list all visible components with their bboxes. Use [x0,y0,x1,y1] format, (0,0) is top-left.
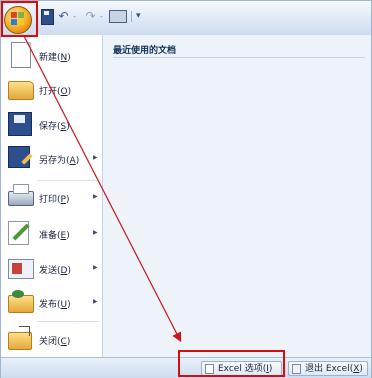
save-as-icon [8,146,30,168]
exit-excel-button[interactable]: 退出 Excel(X) [288,361,368,376]
menu-item-new[interactable]: 新建(N) [1,38,102,74]
menu-item-label: 准备(E) [39,231,70,241]
excel-options-highlight [178,350,285,377]
menu-item-print[interactable]: 打印(P) ▶ [1,180,102,216]
open-folder-icon [8,81,34,100]
submenu-arrow-icon: ▶ [93,154,98,161]
redo-dropdown-icon[interactable]: - [100,12,103,21]
menu-item-save[interactable]: 保存(S) [1,107,102,143]
recent-documents-title: 最近使用的文档 [113,46,177,56]
menu-item-label: 关闭(C) [39,337,71,347]
undo-dropdown-icon[interactable]: - [73,12,76,21]
publish-icon [8,290,34,313]
menu-item-open[interactable]: 打开(O) [1,72,102,108]
quick-access-toolbar: ↶ - ↷ - ▾ [1,1,371,36]
office-menu-list: 新建(N) 打开(O) 保存(S) 另存为(A) ▶ 打印(P) ▶ 准备(E)… [1,35,103,357]
screenshot-icon[interactable] [109,10,127,23]
office-menu-window: ↶ - ↷ - ▾ 新建(N) 打开(O) 保存(S) 另存为(A) ▶ 打印(… [0,0,372,378]
menu-item-label: 打印(P) [39,195,70,205]
menu-item-label: 打开(O) [39,87,72,97]
menu-item-label: 保存(S) [39,122,70,132]
send-icon [8,259,34,279]
menu-item-save-as[interactable]: 另存为(A) ▶ [1,141,102,177]
save-disk-icon [8,112,32,136]
menu-item-label: 另存为(A) [39,156,80,166]
menu-item-label: 新建(N) [39,53,71,63]
prepare-icon [8,221,29,245]
recent-documents-panel: 最近使用的文档 [103,35,371,357]
exit-icon [292,364,301,374]
submenu-arrow-icon: ▶ [93,193,98,200]
submenu-arrow-icon: ▶ [93,229,98,236]
menu-item-close[interactable]: 关闭(C) [1,322,102,358]
save-icon[interactable] [41,9,54,25]
menu-item-send[interactable]: 发送(D) ▶ [1,251,102,287]
menu-item-publish[interactable]: 发布(U) ▶ [1,285,102,321]
submenu-arrow-icon: ▶ [93,298,98,305]
toolbar-divider [131,11,132,22]
office-button-highlight [1,1,38,37]
close-folder-icon [8,326,32,350]
printer-icon [8,184,34,206]
submenu-arrow-icon: ▶ [93,264,98,271]
chevron-down-icon[interactable]: ▾ [136,9,144,23]
undo-icon[interactable]: ↶ [56,9,71,23]
menu-item-label: 发送(D) [39,266,71,276]
recent-documents-divider [113,57,365,58]
redo-icon[interactable]: ↷ [83,9,98,23]
new-document-icon [11,42,31,68]
menu-item-prepare[interactable]: 准备(E) ▶ [1,216,102,252]
menu-item-label: 发布(U) [39,300,71,310]
